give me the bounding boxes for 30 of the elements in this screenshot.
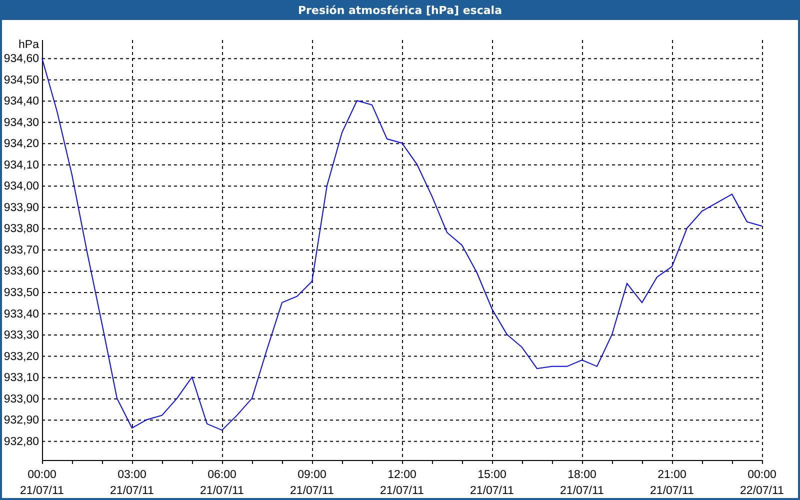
y-tick-label: 932,80: [4, 436, 39, 448]
x-tick-label: 03:00 21/07/11: [110, 469, 154, 497]
y-tick-label: 934,20: [4, 138, 39, 150]
y-tick-label: 932,90: [4, 414, 39, 427]
y-tick-label: 934,50: [4, 74, 39, 86]
x-tick-label: 15:00 21/07/11: [470, 469, 514, 497]
x-tick-label: 09:00 21/07/11: [290, 469, 334, 497]
y-tick-label: 933,80: [4, 223, 39, 236]
y-axis-unit: hPa: [18, 39, 39, 51]
y-tick-label: 934,40: [4, 96, 39, 108]
x-tick-label: 12:00 21/07/11: [380, 469, 424, 497]
y-tick-label: 933,10: [4, 372, 39, 384]
y-tick-label: 933,90: [4, 202, 39, 214]
y-tick-label: 933,50: [4, 287, 39, 299]
y-tick-label: 933,40: [4, 308, 39, 320]
y-tick-label: 933,60: [4, 266, 39, 278]
x-tick-label: 00:00 22/07/11: [740, 469, 784, 497]
x-tick-label: 00:00 21/07/11: [20, 469, 64, 497]
y-tick-label: 933,00: [4, 393, 39, 406]
y-tick-label: 934,30: [4, 116, 39, 129]
x-tick-label: 18:00 21/07/11: [560, 469, 604, 497]
x-tick-label: 21:00 21/07/11: [650, 469, 694, 497]
y-tick-label: 934,10: [4, 159, 39, 172]
y-tick-label: 933,70: [4, 244, 39, 256]
y-tick-label: 933,20: [4, 350, 39, 363]
window-title: Presión atmosférica [hPa] escala: [298, 4, 502, 16]
y-tick-label: 933,30: [4, 330, 39, 342]
x-tick-label: 06:00 21/07/11: [200, 469, 244, 497]
y-tick-label: 934,00: [4, 180, 39, 193]
y-tick-label: 934,60: [4, 53, 39, 66]
